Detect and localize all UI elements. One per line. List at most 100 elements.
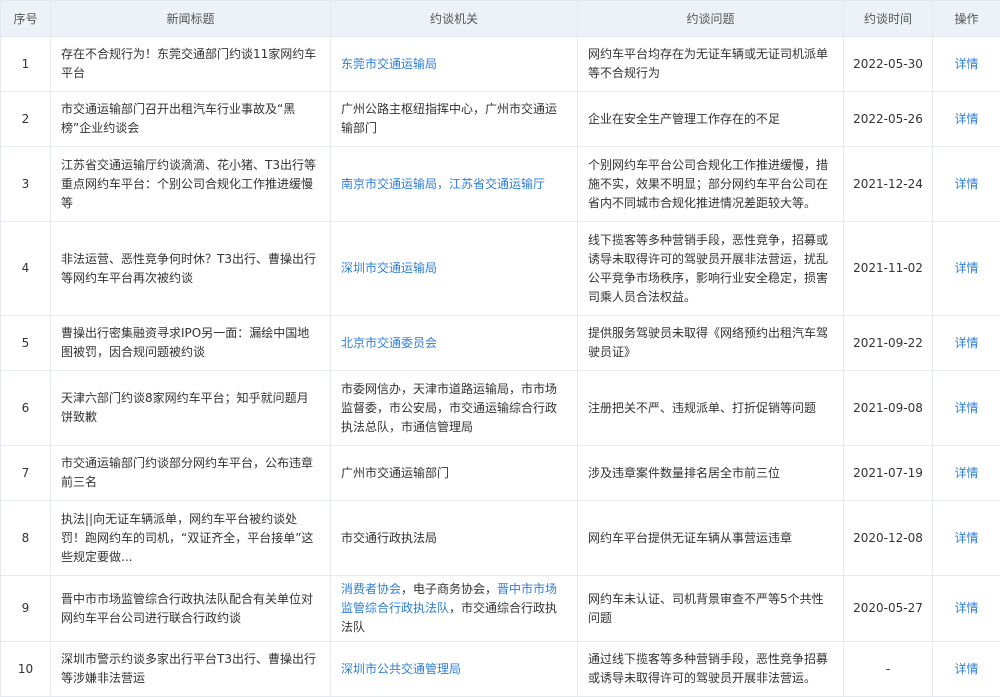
detail-link[interactable]: 详情 [954,336,978,350]
row-number: 6 [1,371,51,446]
agency-cell: 广州公路主枢纽指挥中心，广州市交通运输部门 [331,92,578,147]
detail-link[interactable]: 详情 [954,112,978,126]
agency-cell: 广州市交通运输部门 [331,446,578,501]
table-row: 6天津六部门约谈8家网约车平台；知乎就问题月饼致歉市委网信办，天津市道路运输局，… [1,371,1000,446]
row-number: 8 [1,501,51,576]
agency-cell: 深圳市交通运输局 [331,222,578,316]
action-cell: 详情 [933,371,1000,446]
interview-date: 2021-11-02 [844,222,933,316]
detail-link[interactable]: 详情 [954,531,978,545]
interview-issue: 线下揽客等多种营销手段，恶性竞争，招募或诱导未取得许可的驾驶员开展非法营运，扰乱… [578,222,844,316]
header-action: 操作 [933,1,1000,37]
table-row: 7市交通运输部门约谈部分网约车平台，公布违章前三名广州市交通运输部门 涉及违章案件… [1,446,1000,501]
detail-link[interactable]: 详情 [954,662,978,676]
agency-link[interactable]: 北京市交通委员会 [341,336,437,350]
detail-link[interactable]: 详情 [954,466,978,480]
interview-date: 2021-12-24 [844,147,933,222]
interview-date: 2020-05-27 [844,576,933,642]
interview-issue: 涉及违章案件数量排名居全市前三位 [578,446,844,501]
row-number: 3 [1,147,51,222]
header-no: 序号 [1,1,51,37]
detail-link[interactable]: 详情 [954,177,978,191]
table-row: 10深圳市警示约谈多家出行平台T3出行、曹操出行等涉嫌非法营运深圳市公共交通管理… [1,642,1000,697]
action-cell: 详情 [933,642,1000,697]
agency-text: 广州市交通运输部门 [341,466,449,480]
row-number: 9 [1,576,51,642]
interview-date: 2021-07-19 [844,446,933,501]
agency-link[interactable]: 消费者协会 [341,582,401,596]
interview-date: 2022-05-30 [844,37,933,92]
news-title: 存在不合规行为！东莞交通部门约谈11家网约车平台 [51,37,331,92]
table-row: 8执法||向无证车辆派单，网约车平台被约谈处罚！跑网约车的司机，“双证齐全，平台… [1,501,1000,576]
interview-table: 序号 新闻标题 约谈机关 约谈问题 约谈时间 操作 1存在不合规行为！东莞交通部… [0,0,1000,697]
row-number: 7 [1,446,51,501]
header-issue: 约谈问题 [578,1,844,37]
detail-link[interactable]: 详情 [954,401,978,415]
interview-issue: 注册把关不严、违规派单、打折促销等问题 [578,371,844,446]
action-cell: 详情 [933,446,1000,501]
news-title: 市交通运输部门约谈部分网约车平台，公布违章前三名 [51,446,331,501]
action-cell: 详情 [933,37,1000,92]
agency-text: ，电子商务协会， [401,582,497,596]
action-cell: 详情 [933,316,1000,371]
agency-text: 市交通行政执法局 [341,531,437,545]
interview-issue: 企业在安全生产管理工作存在的不足 [578,92,844,147]
news-title: 深圳市警示约谈多家出行平台T3出行、曹操出行等涉嫌非法营运 [51,642,331,697]
news-title: 市交通运输部门召开出租汽车行业事故及“黑榜”企业约谈会 [51,92,331,147]
row-number: 10 [1,642,51,697]
agency-cell: 北京市交通委员会 [331,316,578,371]
table-row: 2市交通运输部门召开出租汽车行业事故及“黑榜”企业约谈会广州公路主枢纽指挥中心，… [1,92,1000,147]
agency-link[interactable]: 南京市交通运输局，江苏省交通运输厅 [341,177,545,191]
agency-cell: 深圳市公共交通管理局 [331,642,578,697]
interview-date: 2021-09-08 [844,371,933,446]
news-title: 天津六部门约谈8家网约车平台；知乎就问题月饼致歉 [51,371,331,446]
detail-link[interactable]: 详情 [954,601,978,615]
row-number: 2 [1,92,51,147]
news-title: 执法||向无证车辆派单，网约车平台被约谈处罚！跑网约车的司机，“双证齐全，平台接… [51,501,331,576]
agency-cell: 消费者协会，电子商务协会，晋中市市场监管综合行政执法队，市交通综合行政执法队 [331,576,578,642]
agency-cell: 东莞市交通运输局 [331,37,578,92]
action-cell: 详情 [933,501,1000,576]
interview-issue: 网约车平台提供无证车辆从事营运违章 [578,501,844,576]
row-number: 1 [1,37,51,92]
interview-issue: 网约车平台均存在为无证车辆或无证司机派单等不合规行为 [578,37,844,92]
interview-issue: 通过线下揽客等多种营销手段，恶性竞争招募或诱导未取得许可的驾驶员开展非法营运。 [578,642,844,697]
news-title: 江苏省交通运输厅约谈滴滴、花小猪、T3出行等重点网约车平台：个别公司合规化工作推… [51,147,331,222]
table-row: 9晋中市市场监管综合行政执法队配合有关单位对网约车平台公司进行联合行政约谈消费者… [1,576,1000,642]
agency-cell: 市委网信办，天津市道路运输局，市市场监督委，市公安局，市交通运输综合行政执法总队… [331,371,578,446]
interview-date: 2022-05-26 [844,92,933,147]
header-title: 新闻标题 [51,1,331,37]
row-number: 5 [1,316,51,371]
action-cell: 详情 [933,147,1000,222]
action-cell: 详情 [933,222,1000,316]
interview-issue: 提供服务驾驶员未取得《网络预约出租汽车驾驶员证》 [578,316,844,371]
agency-link[interactable]: 深圳市交通运输局 [341,261,437,275]
table-row: 4非法运营、恶性竞争何时休？T3出行、曹操出行等网约车平台再次被约谈深圳市交通运… [1,222,1000,316]
header-date: 约谈时间 [844,1,933,37]
news-title: 曹操出行密集融资寻求IPO另一面：漏绘中国地图被罚，因合规问题被约谈 [51,316,331,371]
agency-cell: 市交通行政执法局 [331,501,578,576]
agency-text: 广州公路主枢纽指挥中心，广州市交通运输部门 [341,102,557,135]
table-header-row: 序号 新闻标题 约谈机关 约谈问题 约谈时间 操作 [1,1,1000,37]
interview-date: - [844,642,933,697]
table-row: 3江苏省交通运输厅约谈滴滴、花小猪、T3出行等重点网约车平台：个别公司合规化工作… [1,147,1000,222]
news-title: 非法运营、恶性竞争何时休？T3出行、曹操出行等网约车平台再次被约谈 [51,222,331,316]
interview-issue: 个别网约车平台公司合规化工作推进缓慢，措施不实，效果不明显；部分网约车平台公司在… [578,147,844,222]
agency-cell: 南京市交通运输局，江苏省交通运输厅 [331,147,578,222]
interview-issue: 网约车未认证、司机背景审查不严等5个共性问题 [578,576,844,642]
detail-link[interactable]: 详情 [954,261,978,275]
agency-link[interactable]: 东莞市交通运输局 [341,57,437,71]
interview-date: 2021-09-22 [844,316,933,371]
interview-date: 2020-12-08 [844,501,933,576]
table-body: 1存在不合规行为！东莞交通部门约谈11家网约车平台东莞市交通运输局 网约车平台均存… [1,37,1000,697]
header-agency: 约谈机关 [331,1,578,37]
agency-link[interactable]: 深圳市公共交通管理局 [341,662,461,676]
detail-link[interactable]: 详情 [954,57,978,71]
action-cell: 详情 [933,92,1000,147]
agency-text: 市委网信办，天津市道路运输局，市市场监督委，市公安局，市交通运输综合行政执法总队… [341,382,557,434]
row-number: 4 [1,222,51,316]
news-title: 晋中市市场监管综合行政执法队配合有关单位对网约车平台公司进行联合行政约谈 [51,576,331,642]
table-row: 5曹操出行密集融资寻求IPO另一面：漏绘中国地图被罚，因合规问题被约谈北京市交通… [1,316,1000,371]
action-cell: 详情 [933,576,1000,642]
table-row: 1存在不合规行为！东莞交通部门约谈11家网约车平台东莞市交通运输局 网约车平台均存… [1,37,1000,92]
